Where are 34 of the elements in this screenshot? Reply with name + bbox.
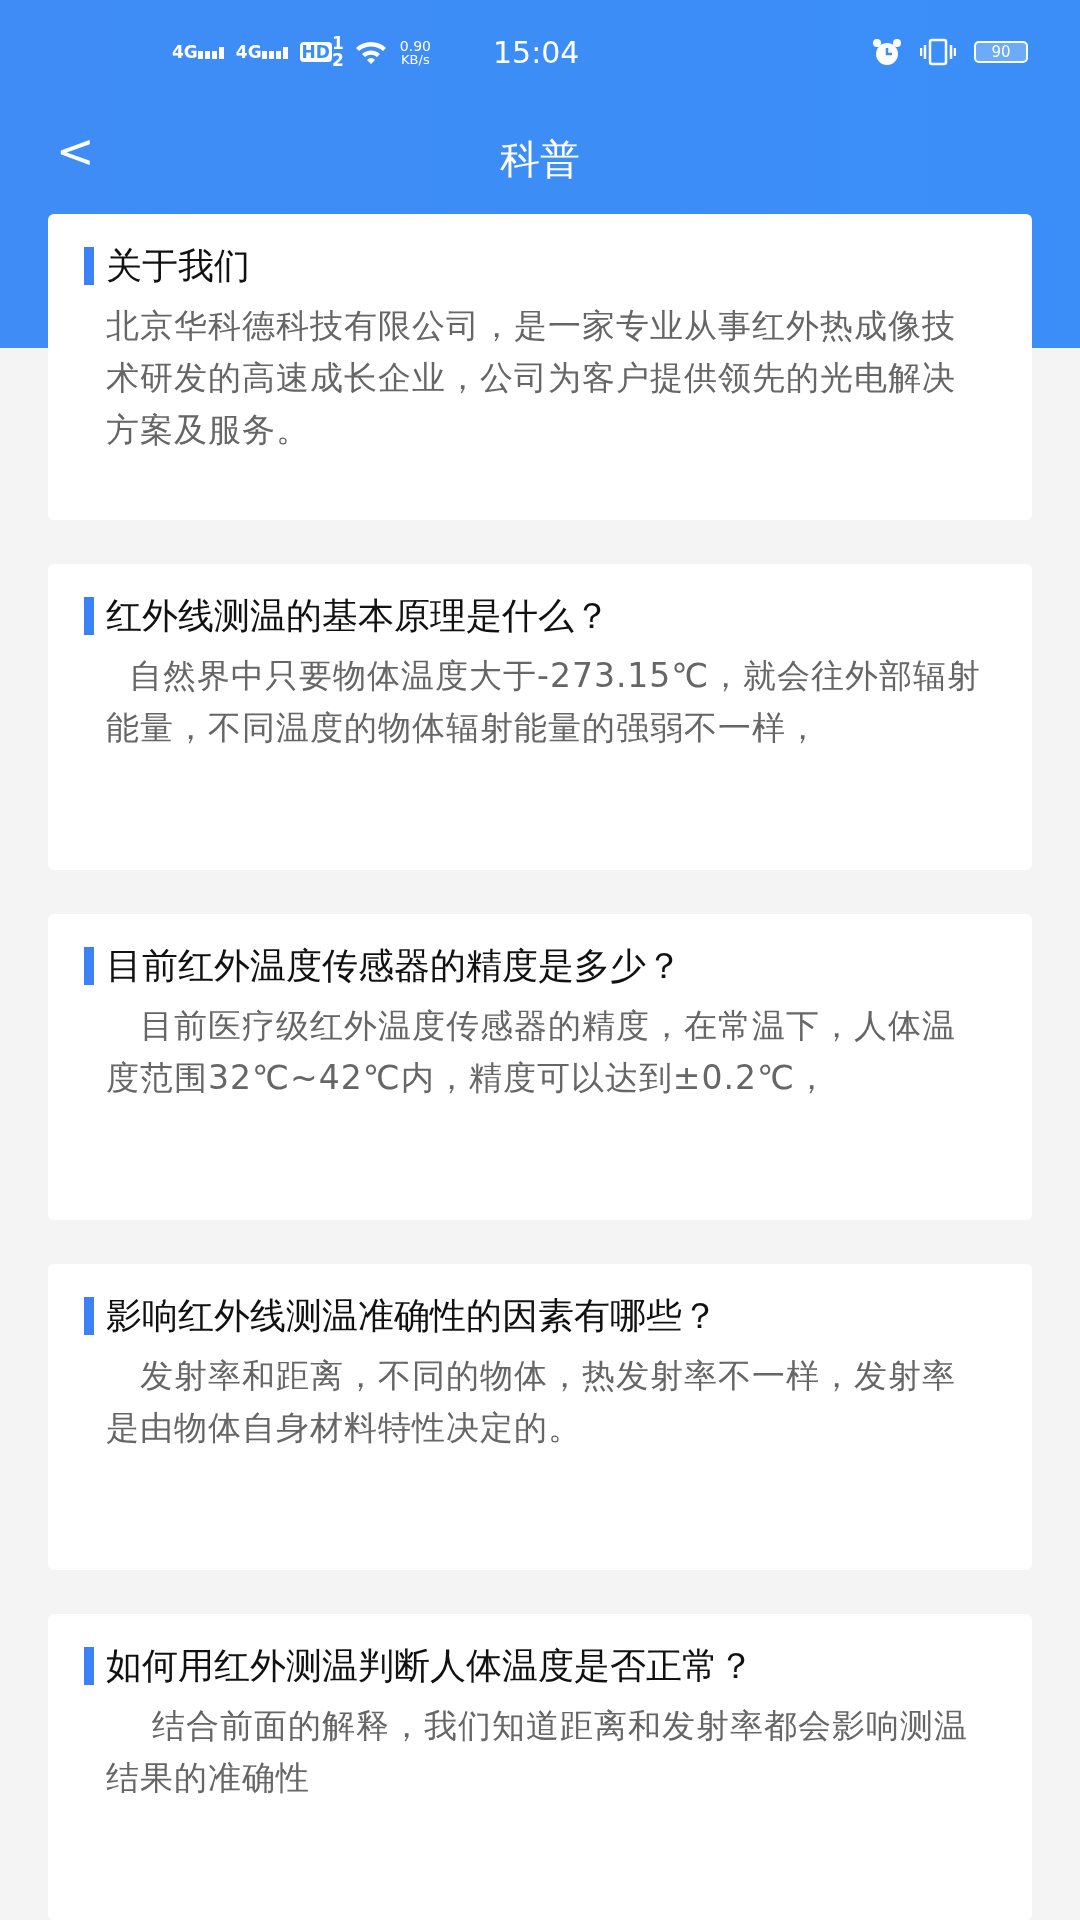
accent-bar	[84, 1647, 94, 1685]
card-title: 关于我们	[106, 243, 250, 288]
signal-label: 4G	[172, 42, 198, 62]
battery-indicator: 90	[974, 41, 1028, 63]
speed-value: 0.90	[399, 38, 431, 53]
article-card[interactable]: 如何用红外测温判断人体温度是否正常？ 结合前面的解释，我们知道距离和发射率都会影响测温结果的准确性	[48, 1614, 1032, 1920]
hd-sub-label: 1	[331, 35, 344, 52]
article-card[interactable]: 关于我们 北京华科德科技有限公司，是一家专业从事红外热成像技术研发的高速成长企业，公司为客户提供领先的光电解决方案及服务。	[48, 214, 1032, 520]
accent-bar	[84, 597, 94, 635]
hd-sub-label: 2	[331, 52, 344, 69]
card-body: 北京华科德科技有限公司，是一家专业从事红外热成像技术研发的高速成长企业，公司为客户提供领先的光电解决方案及服务。	[105, 305, 957, 451]
card-title: 影响红外线测温准确性的因素有哪些？	[106, 1293, 718, 1338]
accent-bar	[84, 947, 94, 985]
signal-bars-icon	[261, 45, 288, 59]
signal-label: 4G	[235, 42, 262, 62]
article-card[interactable]: 影响红外线测温准确性的因素有哪些？ 发射率和距离，不同的物体，热发射率不一样，发射率是由物体自身材料特性决定的。	[48, 1264, 1032, 1570]
card-body: 结合前面的解释，我们知道距离和发射率都会影响测温结果的准确性	[105, 1705, 969, 1799]
card-body: 目前医疗级红外温度传感器的精度，在常温下，人体温度范围32℃~42℃内，精度可以达到±0.2℃，	[105, 1005, 958, 1099]
card-title: 红外线测温的基本原理是什么？	[106, 593, 610, 638]
card-body: 自然界中只要物体温度大于-273.15℃，就会往外部辐射能量，不同温度的物体辐射能量的强弱不一样，	[105, 655, 983, 749]
speed-unit: KB/s	[401, 52, 430, 66]
article-card[interactable]: 红外线测温的基本原理是什么？ 自然界中只要物体温度大于-273.15℃，就会往外部辐射能量，不同温度的物体辐射能量的强弱不一样，	[48, 564, 1032, 870]
card-title: 目前红外温度传感器的精度是多少？	[106, 943, 682, 988]
clock-time: 15:04	[492, 34, 580, 70]
accent-bar	[84, 1297, 94, 1335]
alarm-icon	[872, 38, 902, 66]
hd-badge: HD	[299, 42, 332, 62]
card-title: 如何用红外测温判断人体温度是否正常？	[106, 1643, 754, 1688]
card-body: 发射率和距离，不同的物体，热发射率不一样，发射率是由物体自身材料特性决定的。	[105, 1355, 958, 1449]
page-title: 科普	[500, 134, 580, 184]
vibrate-icon	[920, 38, 956, 66]
article-card[interactable]: 目前红外温度传感器的精度是多少？ 目前医疗级红外温度传感器的精度，在常温下，人体温度范围32℃~42℃内，精度可以达到±0.2℃，	[48, 914, 1032, 1220]
signal-bars-icon	[197, 45, 224, 59]
accent-bar	[84, 247, 94, 285]
